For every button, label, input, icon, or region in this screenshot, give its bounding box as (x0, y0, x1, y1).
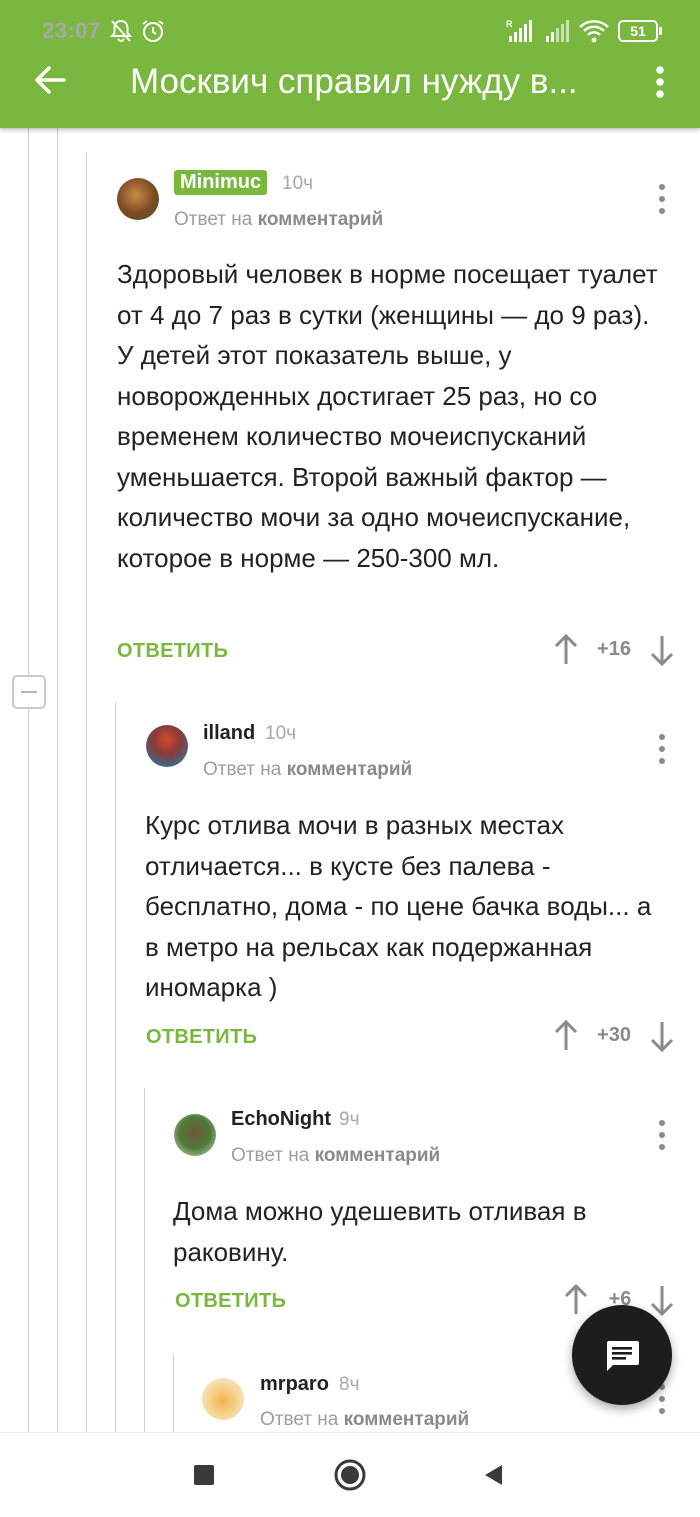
signal-roaming-icon: R (506, 19, 532, 42)
reply-to: Ответ на комментарий (231, 1145, 440, 1167)
comment-menu-button[interactable] (652, 732, 672, 766)
alarm-icon (142, 20, 164, 42)
reply-to: Ответ на комментарий (260, 1409, 469, 1431)
reply-to: Ответ на комментарий (203, 759, 412, 781)
comment-author[interactable]: mrparo (260, 1373, 329, 1396)
thread-line (28, 709, 29, 1432)
vote-score: +16 (597, 638, 631, 660)
reply-button[interactable]: ОТВЕТИТЬ (117, 640, 228, 663)
thread-line (57, 128, 58, 1432)
back-button[interactable] (30, 60, 70, 100)
collapse-thread-button[interactable] (12, 675, 46, 709)
arrow-down-icon[interactable] (648, 1280, 676, 1320)
signal-icon (546, 20, 569, 42)
svg-text:R: R (506, 19, 513, 29)
status-time: 23:07 (42, 18, 101, 43)
system-nav-bar (0, 1432, 700, 1517)
comment-time: 10ч (265, 723, 297, 744)
reply-button[interactable]: ОТВЕТИТЬ (146, 1026, 257, 1049)
arrow-up-icon[interactable] (552, 630, 580, 670)
thread-line (28, 128, 29, 675)
more-options-button[interactable] (646, 62, 674, 102)
thread-line (86, 152, 87, 1432)
comment-body: Курс отлива мочи в разных местах отличае… (145, 810, 652, 1002)
reply-to: Ответ на комментарий (174, 209, 383, 231)
bell-off-icon (109, 19, 133, 42)
comment-body: Здоровый человек в норме посещает туалет… (117, 259, 658, 573)
avatar[interactable] (202, 1378, 244, 1420)
arrow-down-icon[interactable] (648, 1016, 676, 1056)
thread-line (115, 702, 116, 1432)
arrow-up-icon[interactable] (552, 1016, 580, 1056)
reply-button[interactable]: ОТВЕТИТЬ (175, 1290, 286, 1313)
vote-controls: +30 (550, 1016, 680, 1056)
thread-line (144, 1088, 145, 1432)
reply-to-prefix: Ответ на (260, 1409, 339, 1430)
reply-to-prefix: Ответ на (231, 1145, 310, 1166)
avatar[interactable] (117, 178, 159, 220)
arrow-up-icon[interactable] (562, 1280, 590, 1320)
page-title: Москвич справил нужду в... (130, 62, 578, 101)
comment-body: Дома можно удешевить отливая в раковину. (173, 1196, 587, 1267)
thread-line (173, 1354, 174, 1432)
comment-menu-button[interactable] (652, 1118, 672, 1152)
comment-icon (607, 1341, 639, 1371)
avatar[interactable] (146, 725, 188, 767)
reply-to-prefix: Ответ на (203, 759, 282, 780)
comment-author[interactable]: illand (203, 722, 255, 745)
comment-author[interactable]: EchoNight (231, 1108, 331, 1131)
reply-to-link[interactable]: комментарий (315, 1145, 441, 1166)
write-comment-button[interactable] (572, 1305, 672, 1405)
wifi-icon (579, 20, 609, 43)
reply-to-link[interactable]: комментарий (258, 209, 384, 230)
comment-time: 10ч (282, 173, 314, 194)
battery-level: 51 (630, 23, 646, 39)
vote-score: +30 (597, 1024, 631, 1046)
reply-to-link[interactable]: комментарий (287, 759, 413, 780)
back-nav-icon[interactable] (482, 1463, 504, 1487)
top-bar: 23:07 R 51 Москвич справил нужду в... (0, 0, 700, 128)
comment-time: 8ч (339, 1374, 360, 1395)
comment-time: 9ч (339, 1109, 360, 1130)
battery-icon: 51 (618, 20, 662, 42)
home-icon[interactable] (333, 1458, 367, 1492)
vote-controls: +16 (550, 630, 680, 670)
status-bar: 23:07 R 51 (0, 0, 700, 62)
reply-to-link[interactable]: комментарий (344, 1409, 470, 1430)
reply-to-prefix: Ответ на (174, 209, 253, 230)
arrow-down-icon[interactable] (648, 630, 676, 670)
comment-menu-button[interactable] (652, 182, 672, 216)
avatar[interactable] (174, 1114, 216, 1156)
comment-author[interactable]: Minimuc (174, 170, 268, 195)
recents-icon[interactable] (193, 1464, 215, 1486)
